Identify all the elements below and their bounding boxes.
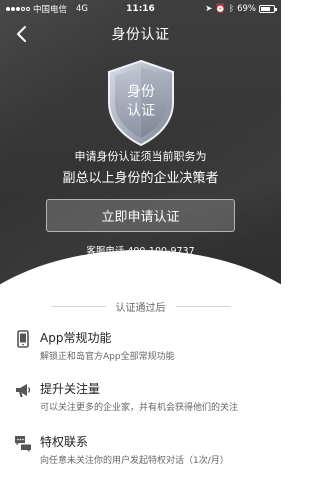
status-bar: 中国电信 4G 11:16 ➤ ⏰ ᛒ 69% xyxy=(0,0,281,18)
benefit-desc: 解锁正和岛官方App全部常规功能 xyxy=(40,352,175,362)
chevron-left-icon xyxy=(17,26,26,42)
battery-icon xyxy=(259,5,277,13)
bluetooth-icon: ᛒ xyxy=(228,4,235,14)
shield-text-line1: 身份 xyxy=(127,84,155,100)
divider-left xyxy=(50,305,106,307)
battery-percent: 69% xyxy=(237,4,256,14)
megaphone-icon xyxy=(16,384,31,397)
divider-right xyxy=(175,305,231,307)
benefits-title: 认证通过后 xyxy=(115,302,166,314)
alarm-icon: ⏰ xyxy=(215,4,226,14)
benefit-title: App常规功能 xyxy=(40,331,112,345)
page-title: 身份认证 xyxy=(111,27,170,43)
back-button[interactable] xyxy=(12,24,32,44)
benefit-desc: 可以关注更多的企业家，并有机会获得他们的关注 xyxy=(40,403,239,413)
benefit-title: 特权联系 xyxy=(40,435,89,449)
requirement-text-line1: 申请身份认证须当前职务为 xyxy=(74,150,207,163)
phone-icon xyxy=(17,330,29,348)
status-left: 中国电信 4G xyxy=(6,3,106,15)
chat-bubbles-icon xyxy=(15,436,31,452)
network-label: 4G xyxy=(76,4,89,14)
benefits-heading: 认证通过后 xyxy=(0,299,281,314)
signal-icon xyxy=(6,7,30,11)
clock: 11:16 xyxy=(126,4,155,14)
identity-verification-screen: 中国电信 4G 11:16 ➤ ⏰ ᛒ 69% 身份认证 身份 认证 申请身份认… xyxy=(0,0,281,500)
customer-service-phone[interactable]: 客服电话 400-100-9737 xyxy=(0,243,281,257)
location-icon: ➤ xyxy=(205,4,213,14)
carrier-label: 中国电信 xyxy=(33,5,68,15)
benefit-title: 提升关注量 xyxy=(40,382,101,396)
nav-bar: 身份认证 xyxy=(0,18,281,50)
shield-text-line2: 认证 xyxy=(127,103,155,119)
shield-badge: 身份 认证 xyxy=(103,58,179,148)
requirement-text-line2: 副总以上身份的企业决策者 xyxy=(62,171,219,186)
apply-verification-button[interactable]: 立即申请认证 xyxy=(46,199,235,232)
benefit-desc: 向任意未关注你的用户发起特权对话（1次/月） xyxy=(40,456,229,466)
status-right: ➤ ⏰ ᛒ 69% xyxy=(175,4,277,14)
